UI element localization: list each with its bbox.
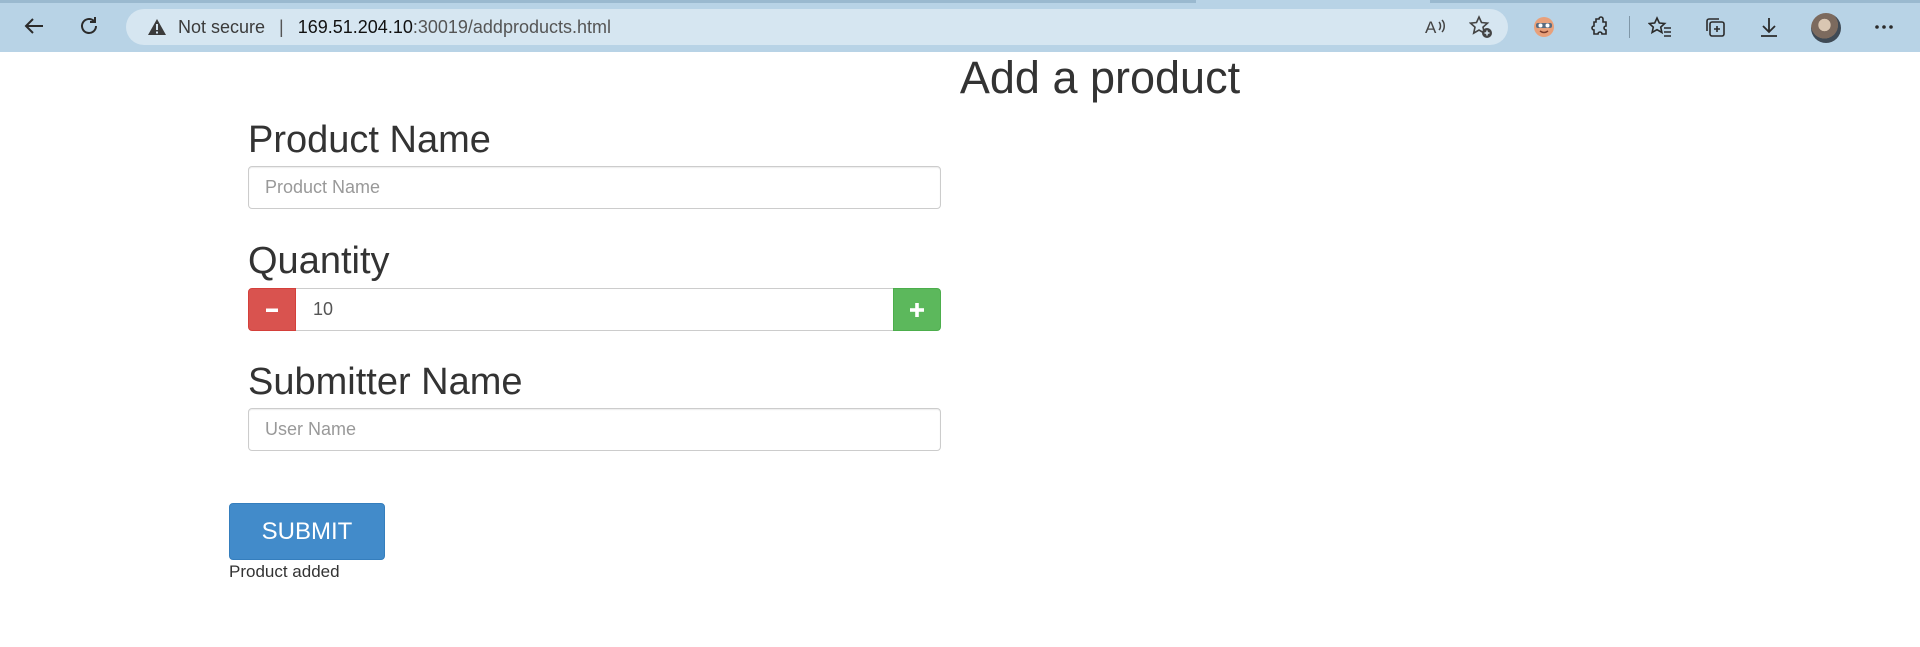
extension-face-icon[interactable]	[1528, 11, 1560, 43]
quantity-group: Quantity	[248, 240, 941, 331]
status-message: Product added	[229, 562, 340, 581]
product-name-input[interactable]	[248, 166, 941, 209]
quantity-plus-button[interactable]	[893, 288, 941, 331]
product-name-label: Product Name	[248, 119, 491, 161]
svg-text:A: A	[1425, 18, 1437, 37]
quantity-input[interactable]	[296, 288, 893, 331]
submitter-name-input[interactable]	[248, 408, 941, 451]
quantity-label: Quantity	[248, 240, 390, 282]
profile-avatar[interactable]	[1811, 13, 1841, 43]
submitter-name-label: Submitter Name	[248, 361, 523, 403]
product-name-group: Product Name	[248, 119, 941, 209]
url-host: 169.51.204.10	[297, 16, 413, 37]
read-aloud-icon[interactable]: A	[1422, 13, 1450, 41]
tab-strip-right	[1430, 0, 1920, 3]
page-title: Add a product	[959, 52, 1241, 103]
toolbar-divider	[1629, 16, 1630, 38]
quantity-minus-button[interactable]	[248, 288, 296, 331]
plus-icon	[910, 302, 924, 317]
back-icon[interactable]	[16, 8, 52, 44]
downloads-icon[interactable]	[1753, 11, 1785, 43]
collections-icon[interactable]	[1699, 11, 1731, 43]
extensions-icon[interactable]	[1583, 11, 1615, 43]
minus-icon	[266, 308, 278, 312]
browser-toolbar: Not secure | 169.51.204.10:30019/addprod…	[0, 0, 1920, 52]
tab-strip	[0, 0, 1196, 3]
add-favorite-icon[interactable]	[1467, 13, 1495, 41]
warning-icon[interactable]	[146, 16, 168, 38]
address-bar[interactable]: Not secure | 169.51.204.10:30019/addprod…	[126, 9, 1508, 45]
security-label[interactable]: Not secure	[178, 17, 265, 38]
submit-button[interactable]: SUBMIT	[229, 503, 385, 560]
quantity-stepper	[248, 288, 941, 331]
address-separator: |	[279, 16, 284, 37]
favorites-icon[interactable]	[1644, 11, 1676, 43]
more-menu-icon[interactable]	[1868, 11, 1900, 43]
submitter-name-group: Submitter Name	[248, 361, 941, 451]
url-path: :30019/addproducts.html	[412, 16, 611, 37]
refresh-icon[interactable]	[71, 8, 107, 44]
